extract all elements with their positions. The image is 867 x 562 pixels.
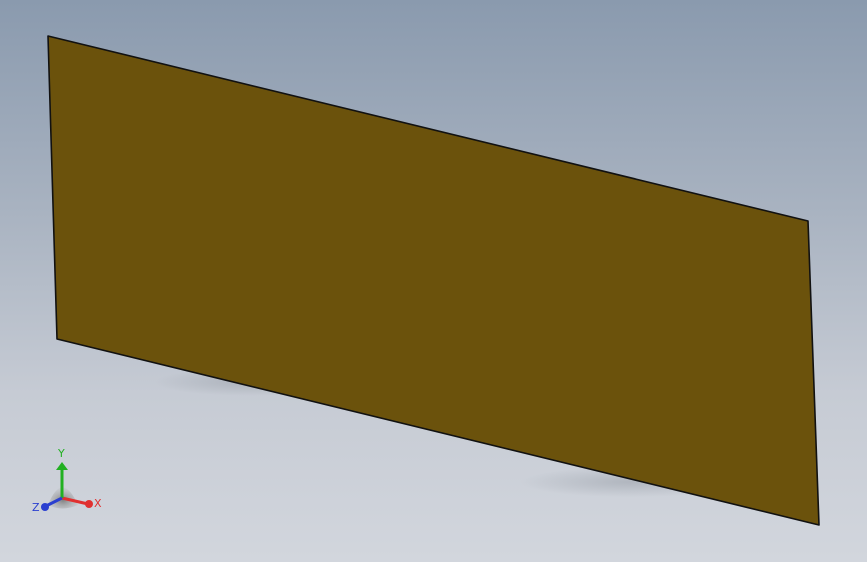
3d-viewport[interactable]: X Y Z xyxy=(0,0,867,562)
axis-x-label: X xyxy=(94,497,102,510)
scene-canvas[interactable]: X Y Z xyxy=(0,0,867,562)
axis-triad[interactable]: X Y Z xyxy=(32,447,102,514)
axis-x-tip xyxy=(85,500,93,508)
plate-part[interactable] xyxy=(47,35,820,526)
axis-y-label: Y xyxy=(57,447,65,460)
axis-y-tip xyxy=(56,462,68,470)
axis-z-label: Z xyxy=(32,501,40,514)
axis-z-tip xyxy=(41,503,49,511)
